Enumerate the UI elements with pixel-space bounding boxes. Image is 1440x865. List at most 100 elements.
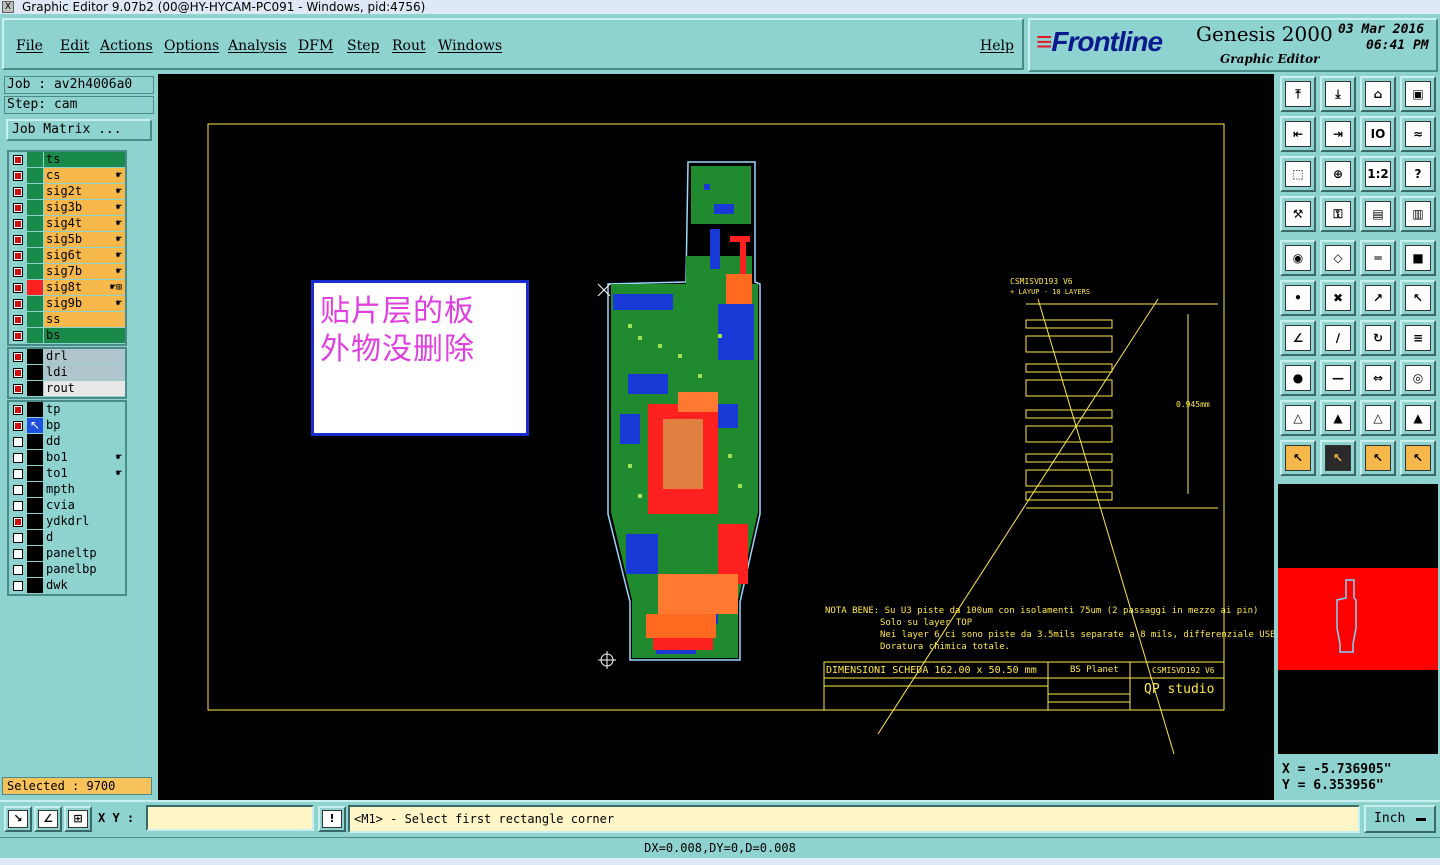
arrow-up-button[interactable]: ↗ [1360,280,1396,316]
menu-dfm[interactable]: DFM [298,38,333,54]
layer-color-swatch[interactable] [27,381,43,396]
xy-input[interactable] [146,805,314,831]
menu-windows[interactable]: Windows [438,38,502,54]
layer-color-swatch[interactable] [27,466,43,481]
layer-color-swatch[interactable] [27,328,43,343]
layer-color-swatch[interactable] [27,264,43,279]
layer-checkbox[interactable] [13,453,23,463]
layer-name[interactable]: sig6t ☛ [44,248,125,263]
step-field[interactable]: Step: cam [4,96,154,114]
rotate-button[interactable]: ◇ [1320,240,1356,276]
layer-color-swatch[interactable] [27,280,43,295]
layer-name[interactable]: sig5b ☛ [44,232,125,247]
layer-row-cs[interactable]: cs ☛ [9,168,125,184]
layer-checkbox[interactable] [13,469,23,479]
layer-checkbox[interactable] [13,219,23,229]
layer-checkbox[interactable] [13,501,23,511]
layer-row-sig7b[interactable]: sig7b ☛ [9,264,125,280]
menu-help[interactable]: Help [980,38,1014,54]
layer-checkbox[interactable] [13,283,23,293]
net-red2-button[interactable]: ▥ [1400,196,1436,232]
layer-checkbox[interactable] [13,331,23,341]
layer-row-sig5b[interactable]: sig5b ☛ [9,232,125,248]
menu-options[interactable]: Options [164,38,219,54]
layer-row-dd[interactable]: dd [9,434,125,450]
layer-color-swatch[interactable] [27,365,43,380]
layer-checkbox[interactable] [13,384,23,394]
select-dark-button[interactable]: ↖ [1320,440,1356,476]
triangle2-button[interactable]: ▲ [1320,400,1356,436]
layer-name[interactable]: ydkdrl [44,514,125,529]
layer-row-mpth[interactable]: mpth [9,482,125,498]
line-button[interactable]: ∕ [1320,320,1356,356]
layer-checkbox[interactable] [13,421,23,431]
tool-button[interactable]: ⚒ [1280,196,1316,232]
layer-checkbox[interactable] [13,251,23,261]
red-dot-button[interactable]: ● [1280,360,1316,396]
layer-name[interactable]: sig7b ☛ [44,264,125,279]
graphic-canvas[interactable]: 贴片层的板 外物没删除 CSMISVD193 V6 + LAYUP - 10 L… [158,74,1274,800]
layer-name[interactable]: sig2t ☛ [44,184,125,199]
layer-color-swatch[interactable] [27,200,43,215]
layer-name[interactable]: d [44,530,125,545]
angle-button[interactable]: ∠ [1280,320,1316,356]
layer-name[interactable]: bp [44,418,125,433]
snap-button[interactable]: ↘ [4,806,32,832]
layer-row-sig4t[interactable]: sig4t ☛ [9,216,125,232]
zoom-sym-button[interactable]: ≈ [1400,116,1436,152]
job-matrix-button[interactable]: Job Matrix ... [6,119,152,141]
layer-color-swatch[interactable] [27,402,43,417]
layer-color-swatch[interactable] [27,216,43,231]
layer-name[interactable]: dwk [44,578,125,593]
key-button[interactable]: ⚿ [1320,196,1356,232]
layer-row-rout[interactable]: rout [9,381,125,397]
layer-name[interactable]: paneltp [44,546,125,561]
layer-color-swatch[interactable] [27,530,43,545]
layer-checkbox[interactable] [13,235,23,245]
fit-center-button[interactable]: ⊕ [1320,156,1356,192]
layer-color-swatch[interactable] [27,562,43,577]
layer-row-bs[interactable]: bs [9,328,125,344]
layer-checkbox[interactable] [13,267,23,277]
home-button[interactable]: ⌂ [1360,76,1396,112]
cross-button[interactable]: ✖ [1320,280,1356,316]
layer-color-swatch[interactable] [27,312,43,327]
net-red-button[interactable]: ▤ [1360,196,1396,232]
layer-checkbox[interactable] [13,517,23,527]
select-route-button[interactable]: ↖ [1400,440,1436,476]
measure-button[interactable]: ∠ [34,806,62,832]
layer-color-swatch[interactable] [27,248,43,263]
layer-checkbox[interactable] [13,405,23,415]
layer-color-swatch[interactable] [27,498,43,513]
menu-step[interactable]: Step [347,38,379,54]
layer-color-swatch[interactable] [27,296,43,311]
layer-row-cvia[interactable]: cvia [9,498,125,514]
triangle-button[interactable]: △ [1280,400,1316,436]
layer-row-ydkdrl[interactable]: ydkdrl [9,514,125,530]
layer-color-swatch[interactable] [27,152,43,167]
window-button[interactable]: ▣ [1400,76,1436,112]
shapes-button[interactable]: ◎ [1400,360,1436,396]
layer-name[interactable]: sig8t ☛⊞ [44,280,125,295]
layer-color-swatch[interactable] [27,450,43,465]
node-button[interactable]: • [1280,280,1316,316]
layer-checkbox[interactable] [13,549,23,559]
snap-button[interactable]: ◉ [1280,240,1316,276]
layer-row-bo1[interactable]: bo1 ☛ [9,450,125,466]
pan-left-button[interactable]: ⇤ [1280,116,1316,152]
layer-color-swatch[interactable] [27,482,43,497]
layer-row-ts[interactable]: ts [9,152,125,168]
mirror-button[interactable]: ≡ [1400,320,1436,356]
layer-row-bp[interactable]: ↖ bp [9,418,125,434]
select-button[interactable]: ↖ [1280,440,1316,476]
layer-checkbox[interactable] [13,352,23,362]
layer-row-ldi[interactable]: ldi [9,365,125,381]
job-field[interactable]: Job : av2h4006a0 [4,76,154,94]
alert-button[interactable]: ! [318,806,346,832]
triangle3-button[interactable]: △ [1360,400,1396,436]
layer-checkbox[interactable] [13,171,23,181]
layer-color-swatch[interactable] [27,434,43,449]
layer-name[interactable]: sig9b ☛ [44,296,125,311]
layer-checkbox[interactable] [13,533,23,543]
layer-row-sig3b[interactable]: sig3b ☛ [9,200,125,216]
